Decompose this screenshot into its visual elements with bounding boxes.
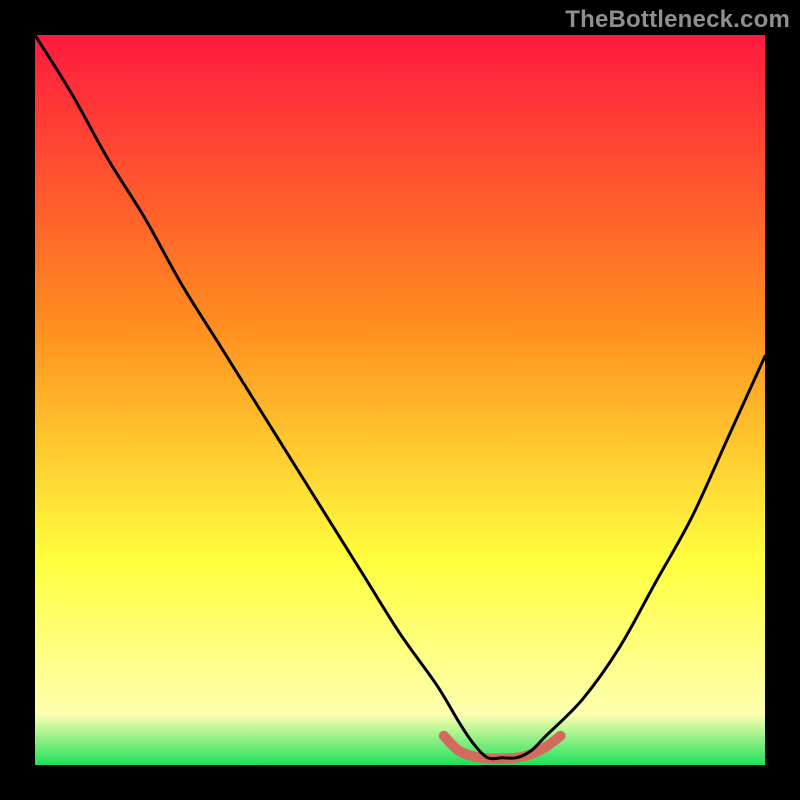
chart-frame: TheBottleneck.com [0, 0, 800, 800]
watermark-text: TheBottleneck.com [565, 6, 790, 34]
chart-canvas [35, 35, 765, 765]
plot-area [35, 35, 765, 765]
gradient-background [35, 35, 765, 765]
